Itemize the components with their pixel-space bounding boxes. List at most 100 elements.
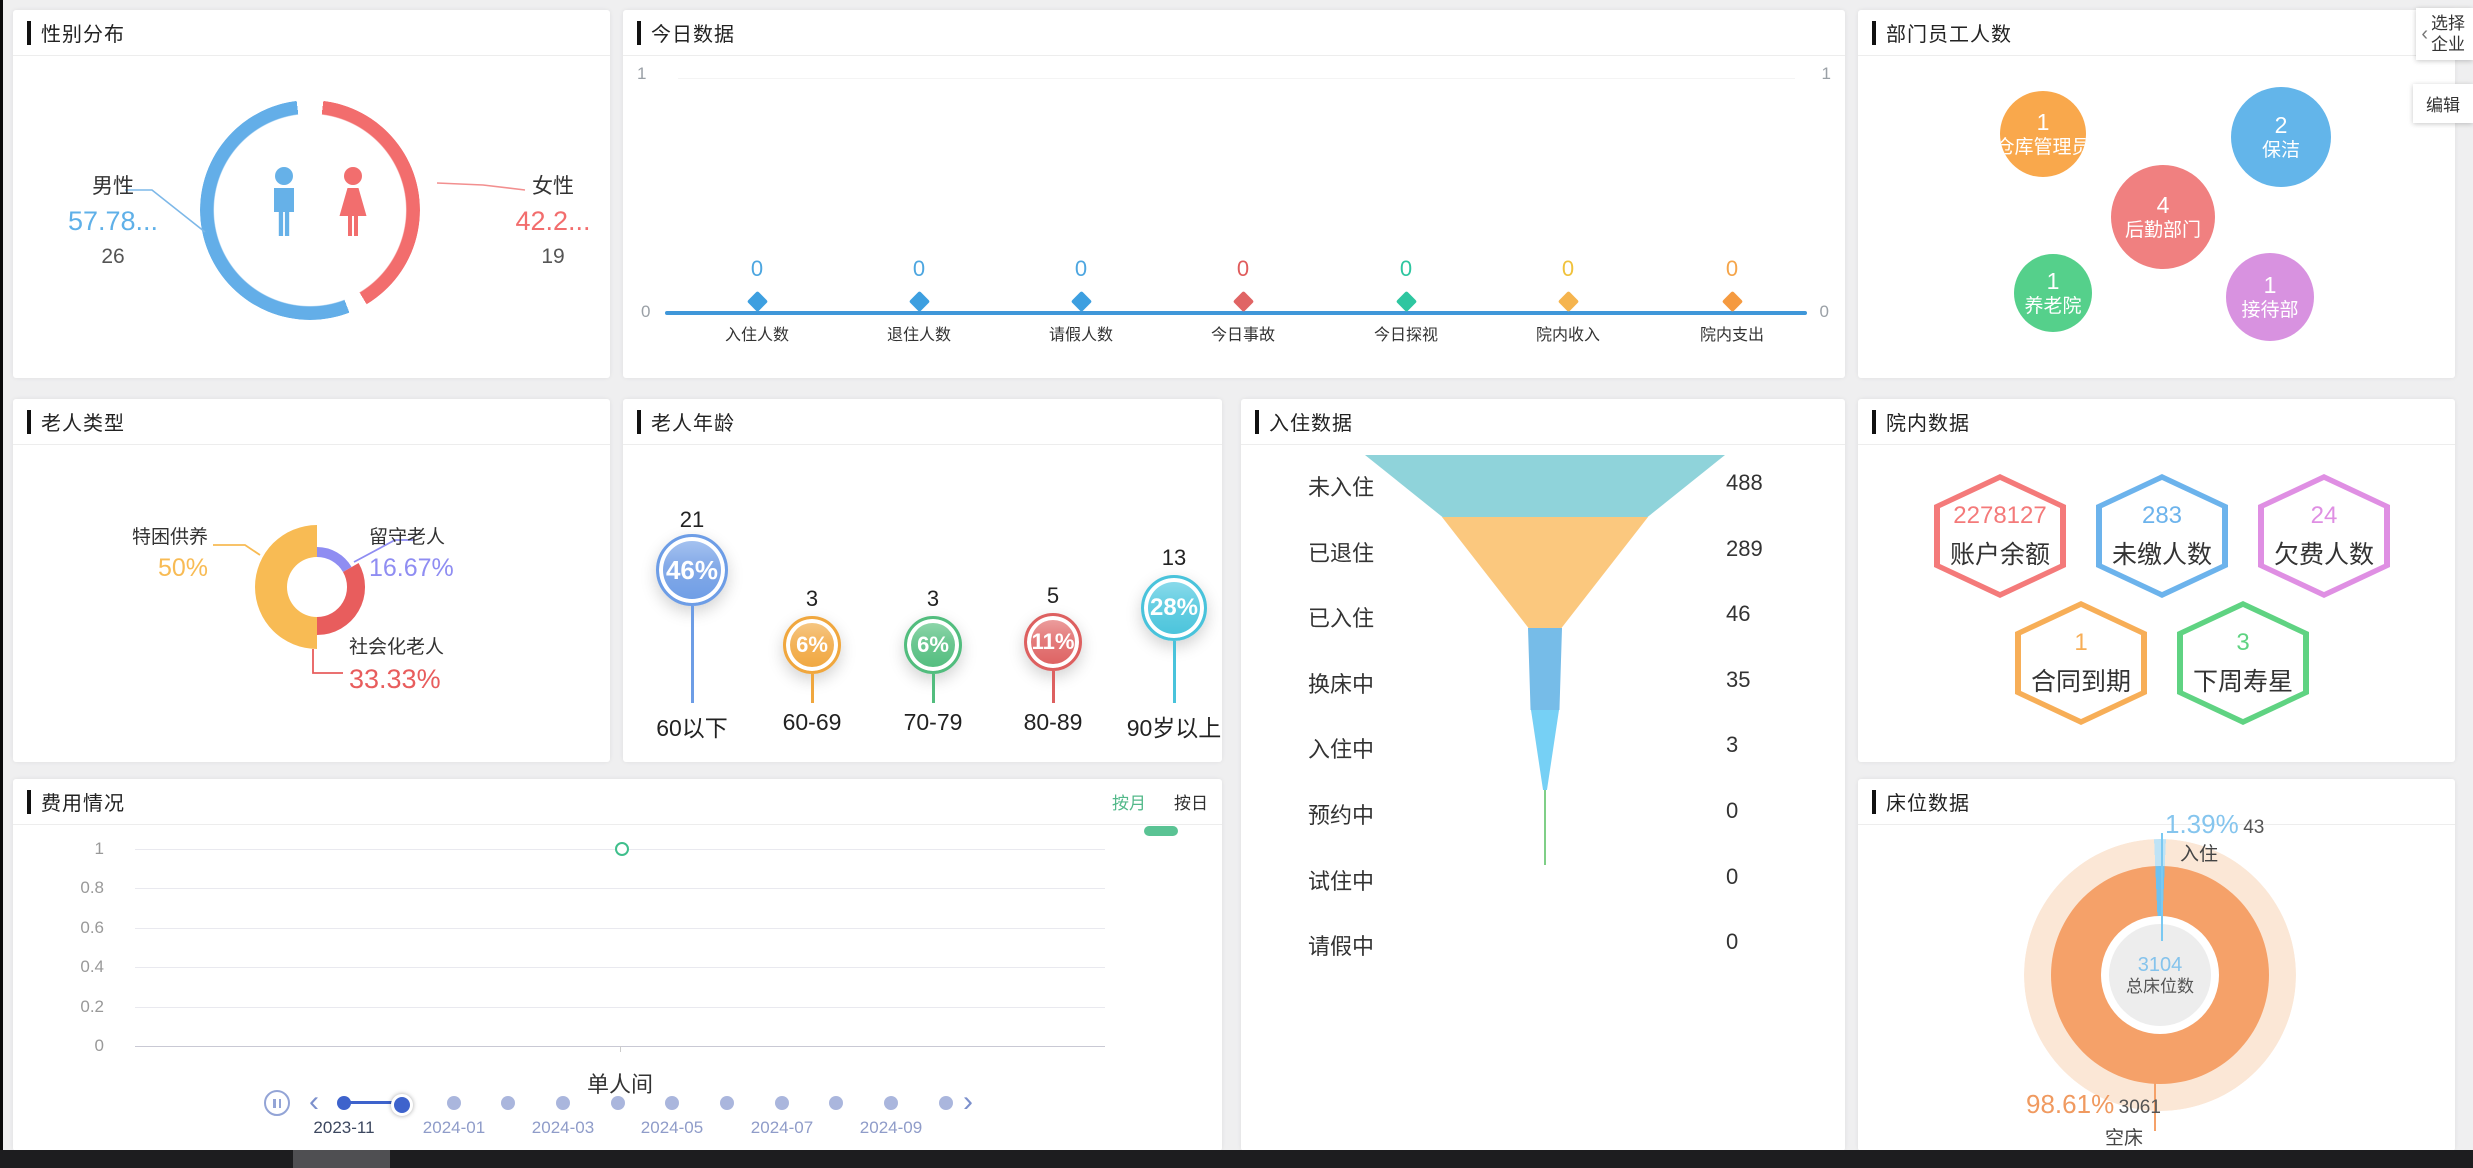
stem xyxy=(1173,641,1176,703)
timeline-prev-icon[interactable]: ‹ xyxy=(309,1086,319,1118)
panel-fee: 费用情况 按月 按日 1 0.8 0.6 0.4 0.2 0 单人间 ‹ xyxy=(13,779,1222,1151)
panel-fee-title: 费用情况 xyxy=(41,787,125,816)
bed-empty-name: 空床 xyxy=(2105,1123,2143,1150)
gender-female-label: 女性 42.2... 19 xyxy=(478,176,628,267)
today-item: 0 入住人数 xyxy=(697,256,817,345)
title-bar-icon xyxy=(637,410,641,434)
funnel-seg-checked-in xyxy=(1528,628,1562,710)
count-label: 3 xyxy=(897,586,969,612)
timeline-dot[interactable] xyxy=(337,1096,351,1110)
panel-elder-type: 老人类型 特困供养 50% 留守老人 16.67% 社会化老人 33.33% xyxy=(13,399,610,762)
age-category: 70-79 xyxy=(863,709,1003,736)
bed-empty-label: 98.61% 3061 xyxy=(2026,1091,2161,1117)
diamond-marker-icon xyxy=(1557,291,1578,312)
today-item: 0 院内支出 xyxy=(1672,256,1792,345)
panel-elder-age-title: 老人年龄 xyxy=(651,407,735,436)
timeline-label: 2023-11 xyxy=(294,1118,394,1138)
timeline-dot[interactable] xyxy=(556,1096,570,1110)
gender-chart: 男性 57.78... 26 女性 42.2... 19 xyxy=(13,56,610,378)
bed-occupied-name: 入住 xyxy=(2180,839,2218,866)
timeline-dot[interactable] xyxy=(447,1096,461,1110)
age-circle-under60: 46% xyxy=(656,534,728,606)
timeline-dot-current[interactable] xyxy=(391,1094,413,1116)
age-category: 60以下 xyxy=(622,709,762,743)
series-legend-swatch[interactable] xyxy=(1144,826,1178,836)
timeline-dot[interactable] xyxy=(501,1096,515,1110)
diamond-marker-icon xyxy=(908,291,929,312)
y-axis-tick: 0 xyxy=(641,302,650,322)
today-item: 0 请假人数 xyxy=(1021,256,1141,345)
age-circle-80-89: 11% xyxy=(1024,613,1082,671)
edit-button[interactable]: 编辑 xyxy=(2413,84,2473,123)
bubble-cleaning: 2 保洁 xyxy=(2231,87,2331,187)
elder-type-label-shehui: 社会化老人 33.33% xyxy=(349,638,444,693)
collapse-icon[interactable]: ‹ xyxy=(2421,23,2428,46)
title-bar-icon xyxy=(1872,790,1876,814)
timeline-pause-button[interactable] xyxy=(264,1090,290,1116)
gridline xyxy=(135,888,1105,889)
today-item: 0 退住人数 xyxy=(859,256,979,345)
panel-checkin-header: 入住数据 xyxy=(1241,399,1845,445)
diamond-marker-icon xyxy=(1070,291,1091,312)
panel-elder-age-header: 老人年龄 xyxy=(623,399,1222,445)
y-axis-tick: 0.6 xyxy=(24,918,104,938)
diamond-marker-icon xyxy=(1395,291,1416,312)
stem xyxy=(932,674,935,703)
panel-gender: 性别分布 男性 57.78... 26 女性 42.2... 19 xyxy=(13,10,610,378)
bubble-warehouse: 1 仓库管理员 xyxy=(2000,91,2086,177)
y-axis-tick: 1 xyxy=(24,839,104,859)
select-enterprise-button[interactable]: ‹ 选择 企业 xyxy=(2416,8,2473,60)
bubble-logistics: 4 后勤部门 xyxy=(2111,165,2215,269)
count-label: 3 xyxy=(776,586,848,612)
panel-hospital: 院内数据 2278127 账户余额 283 未缴人数 24 欠费人数 1 合同到… xyxy=(1858,399,2455,762)
panel-elder-age: 老人年龄 21 46% 60以下 3 6% 60-69 3 6% 70-79 5… xyxy=(623,399,1222,762)
age-category: 80-89 xyxy=(983,709,1123,736)
panel-bed: 床位数据 3104 总床位数 1.39% 43 入住 98.61% 3061 空… xyxy=(1858,779,2455,1151)
today-top-gridline xyxy=(678,78,1795,79)
panel-elder-type-header: 老人类型 xyxy=(13,399,610,445)
title-bar-icon xyxy=(27,21,31,45)
timeline-dot[interactable] xyxy=(884,1096,898,1110)
panel-bed-header: 床位数据 xyxy=(1858,779,2455,825)
hex-unpaid-count: 283 未缴人数 xyxy=(2096,474,2228,598)
title-bar-icon xyxy=(1255,410,1259,434)
funnel-seg-checking-in xyxy=(1544,790,1546,865)
timeline-label: 2024-05 xyxy=(622,1118,722,1138)
timeline-dot[interactable] xyxy=(720,1096,734,1110)
timeline-dot[interactable] xyxy=(665,1096,679,1110)
elder-type-donut xyxy=(13,445,610,761)
panel-today-title: 今日数据 xyxy=(651,18,735,47)
callout-line-occupied xyxy=(2161,833,2163,941)
diamond-marker-icon xyxy=(1232,291,1253,312)
timeline-next-icon[interactable]: › xyxy=(963,1086,973,1118)
data-point-marker xyxy=(615,842,629,856)
today-item: 0 院内收入 xyxy=(1508,256,1628,345)
panel-hospital-title: 院内数据 xyxy=(1886,407,1970,436)
funnel-seg-not-checked-in xyxy=(1365,455,1725,517)
panel-gender-title: 性别分布 xyxy=(41,18,125,47)
bed-chart: 3104 总床位数 1.39% 43 入住 98.61% 3061 空床 xyxy=(1858,825,2455,1151)
timeline-dot[interactable] xyxy=(611,1096,625,1110)
timeline-dot[interactable] xyxy=(775,1096,789,1110)
count-label: 5 xyxy=(1017,583,1089,609)
panel-gender-header: 性别分布 xyxy=(13,10,610,56)
diamond-marker-icon xyxy=(1721,291,1742,312)
title-bar-icon xyxy=(27,410,31,434)
diamond-marker-icon xyxy=(746,291,767,312)
tab-by-month[interactable]: 按月 xyxy=(1112,789,1146,814)
today-item: 0 今日探视 xyxy=(1346,256,1466,345)
y-axis-tick: 0 xyxy=(24,1036,104,1056)
elder-type-chart: 特困供养 50% 留守老人 16.67% 社会化老人 33.33% xyxy=(13,445,610,762)
checkin-funnel-chart: 未入住 488 已退住 289 已入住 46 换床中 35 入住中 3 预约中 … xyxy=(1241,445,1845,1151)
timeline-dot[interactable] xyxy=(939,1096,953,1110)
taskbar-segment xyxy=(293,1150,390,1168)
title-bar-icon xyxy=(637,21,641,45)
tab-by-day[interactable]: 按日 xyxy=(1174,789,1208,814)
panel-checkin: 入住数据 未入住 488 已退住 289 已入住 46 换床中 35 入住中 3… xyxy=(1241,399,1845,1151)
today-chart: 1 1 0 0 0 入住人数 0 退住人数 0 请假人数 0 今日事故 0 今日… xyxy=(623,56,1845,378)
count-label: 21 xyxy=(656,507,728,533)
panel-bed-title: 床位数据 xyxy=(1886,787,1970,816)
timeline-dot[interactable] xyxy=(829,1096,843,1110)
dept-bubble-chart: 1 仓库管理员 2 保洁 4 后勤部门 1 养老院 1 接待部 xyxy=(1858,56,2455,378)
hex-contract-expiry: 1 合同到期 xyxy=(2015,601,2147,725)
